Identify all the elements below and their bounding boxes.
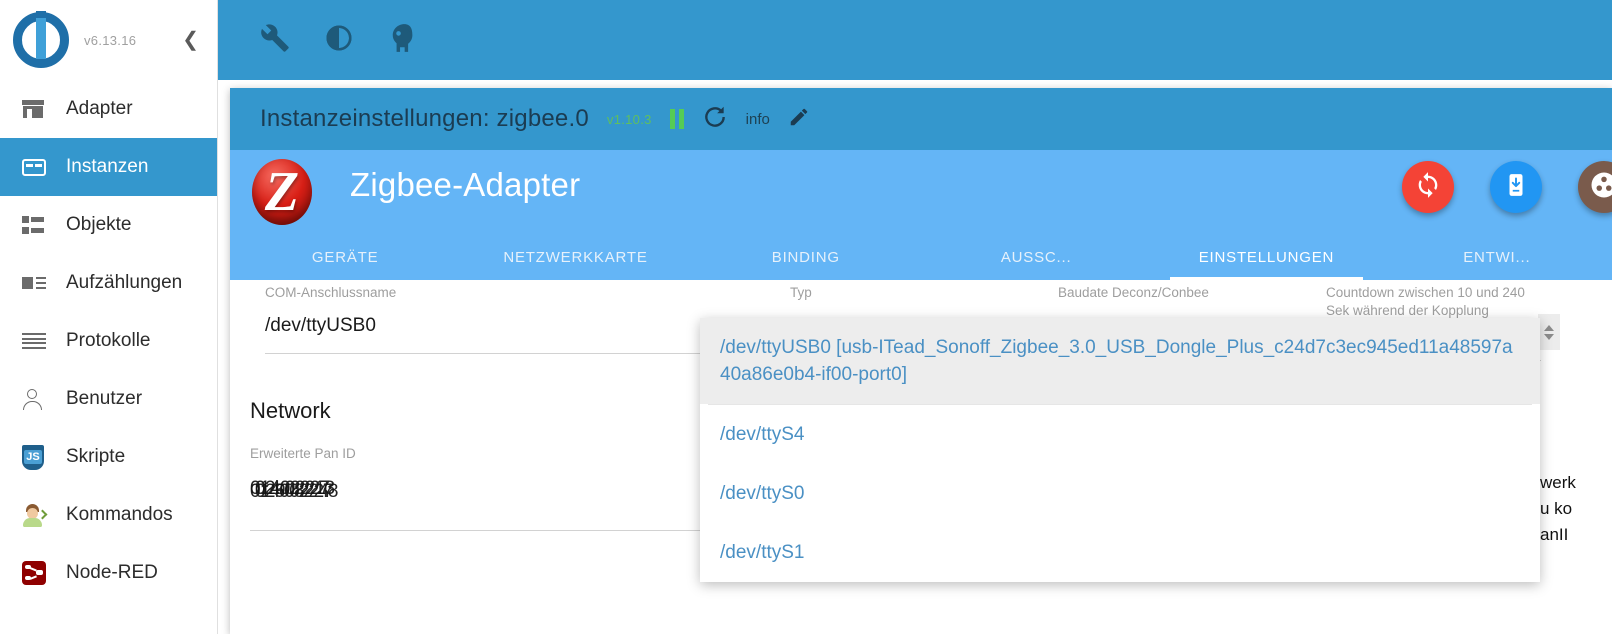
adapter-banner: Z Zigbee-Adapter GERÄTE NETZWERKKARTE BI…	[230, 150, 1612, 280]
com-port-label: COM-Anschlussname	[265, 285, 397, 300]
page-title: Instanzeinstellungen: zigbee.0	[260, 105, 589, 132]
pause-icon[interactable]	[669, 109, 684, 129]
zigbee-logo-letter: Z	[264, 161, 300, 223]
contrast-icon[interactable]	[324, 23, 354, 58]
wrench-icon[interactable]	[260, 23, 290, 58]
tab-ausschluss[interactable]: AUSSC...	[921, 234, 1151, 280]
tab-label: ENTWI...	[1463, 248, 1531, 266]
app-window: v6.13.16 ❮ Adapter Instanzen Objekte Auf…	[0, 0, 1612, 634]
sidebar-item-label: Node-RED	[66, 562, 158, 583]
tab-geraete[interactable]: GERÄTE	[230, 234, 460, 280]
sidebar-item-aufzaehlungen[interactable]: Aufzählungen	[0, 254, 217, 312]
sidebar-item-adapter[interactable]: Adapter	[0, 80, 217, 138]
typ-label: Typ	[790, 285, 812, 300]
chevron-up-icon	[1544, 324, 1554, 331]
sidebar-item-label: Objekte	[66, 214, 132, 235]
dots-icon	[1589, 170, 1612, 205]
adapter-title: Zigbee-Adapter	[350, 166, 581, 203]
clipped-help-line-1: werk	[1540, 473, 1576, 492]
info-label[interactable]: info	[746, 111, 770, 128]
dropdown-option[interactable]: /dev/ttyS1	[700, 523, 1540, 582]
user-icon	[22, 389, 52, 410]
sidebar-item-label: Protokolle	[66, 330, 151, 351]
countdown-stepper[interactable]	[1538, 314, 1560, 350]
tab-label: AUSSC...	[1000, 248, 1072, 266]
chevron-down-icon	[1544, 333, 1554, 340]
tab-binding[interactable]: BINDING	[691, 234, 921, 280]
settings-fab[interactable]	[1578, 161, 1612, 213]
js-icon: JS	[22, 444, 52, 470]
sidebar-item-label: Aufzählungen	[66, 272, 183, 293]
adapter-version: v1.10.3	[606, 111, 652, 127]
instances-icon	[22, 158, 52, 176]
sidebar-item-objekte[interactable]: Objekte	[0, 196, 217, 254]
network-section-heading: Network	[250, 398, 331, 423]
objects-icon	[22, 216, 52, 234]
com-port-value[interactable]: /dev/ttyUSB0	[265, 315, 376, 337]
dropdown-option[interactable]: /dev/ttyUSB0 [usb-ITead_Sonoff_Zigbee_3.…	[700, 318, 1540, 404]
tab-label: EINSTELLUNGEN	[1198, 248, 1335, 266]
sidebar-item-skripte[interactable]: JS Skripte	[0, 428, 217, 486]
dropdown-option[interactable]: /dev/ttyS0	[700, 464, 1540, 523]
sidebar-item-label: Skripte	[66, 446, 126, 467]
sidebar-item-kommandos[interactable]: Kommandos	[0, 486, 217, 544]
tab-label: BINDING	[771, 248, 840, 266]
shop-icon	[22, 100, 52, 118]
expert-head-icon[interactable]	[388, 23, 416, 58]
sidebar-item-protokolle[interactable]: Protokolle	[0, 312, 217, 370]
pan-id-value-overlay: 0012 45 0008 2222 4 78	[250, 481, 338, 502]
sidebar-item-node-red[interactable]: Node-RED	[0, 544, 217, 602]
sidebar-item-label: Kommandos	[66, 504, 173, 525]
clipped-help-line-2: u ko	[1540, 499, 1573, 518]
sync-icon	[1414, 171, 1442, 204]
sidebar-collapse-chevron-left-icon[interactable]: ❮	[182, 30, 199, 50]
sidebar-header: v6.13.16 ❮	[0, 0, 217, 80]
pan-id-label: Erweiterte Pan ID	[250, 446, 356, 461]
pencil-icon[interactable]	[788, 106, 810, 133]
baud-label: Baudate Deconz/Conbee	[1058, 285, 1209, 300]
tab-einstellungen[interactable]: EINSTELLUNGEN	[1151, 234, 1381, 280]
tab-label: GERÄTE	[311, 248, 379, 266]
top-toolbar	[218, 0, 1612, 80]
sync-fab[interactable]	[1402, 161, 1454, 213]
sidebar-version: v6.13.16	[84, 32, 137, 48]
log-icon	[22, 333, 52, 349]
fab-group	[1402, 161, 1612, 213]
sidebar-item-benutzer[interactable]: Benutzer	[0, 370, 217, 428]
dialog-titlebar: Instanzeinstellungen: zigbee.0 v1.10.3 i…	[230, 88, 1612, 150]
com-port-dropdown: /dev/ttyUSB0 [usb-ITead_Sonoff_Zigbee_3.…	[700, 318, 1540, 582]
download-phone-fab[interactable]	[1490, 161, 1542, 213]
adapter-tabs: GERÄTE NETZWERKKARTE BINDING AUSSC... EI…	[230, 234, 1612, 280]
tab-netzwerkkarte[interactable]: NETZWERKKARTE	[460, 234, 690, 280]
tab-entwickler[interactable]: ENTWI...	[1382, 234, 1612, 280]
tab-label: NETZWERKKARTE	[503, 248, 648, 266]
refresh-icon[interactable]	[702, 104, 728, 135]
countdown-label: Countdown zwischen 10 und 240 Sek währen…	[1326, 285, 1525, 319]
command-icon	[22, 503, 52, 527]
sidebar-item-label: Adapter	[66, 98, 133, 119]
dropdown-option[interactable]: /dev/ttyS4	[700, 405, 1540, 464]
sidebar-item-label: Benutzer	[66, 388, 143, 409]
enum-icon	[22, 276, 52, 291]
node-red-icon	[22, 561, 52, 585]
zigbee-logo-icon: Z	[252, 159, 312, 225]
phone-download-icon	[1503, 172, 1529, 203]
sidebar-item-label: Instanzen	[66, 156, 149, 177]
sidebar: v6.13.16 ❮ Adapter Instanzen Objekte Auf…	[0, 0, 218, 634]
clipped-help-line-3: anII	[1540, 525, 1569, 544]
sidebar-item-instanzen[interactable]: Instanzen	[0, 138, 217, 196]
iobroker-logo-icon	[10, 9, 72, 71]
